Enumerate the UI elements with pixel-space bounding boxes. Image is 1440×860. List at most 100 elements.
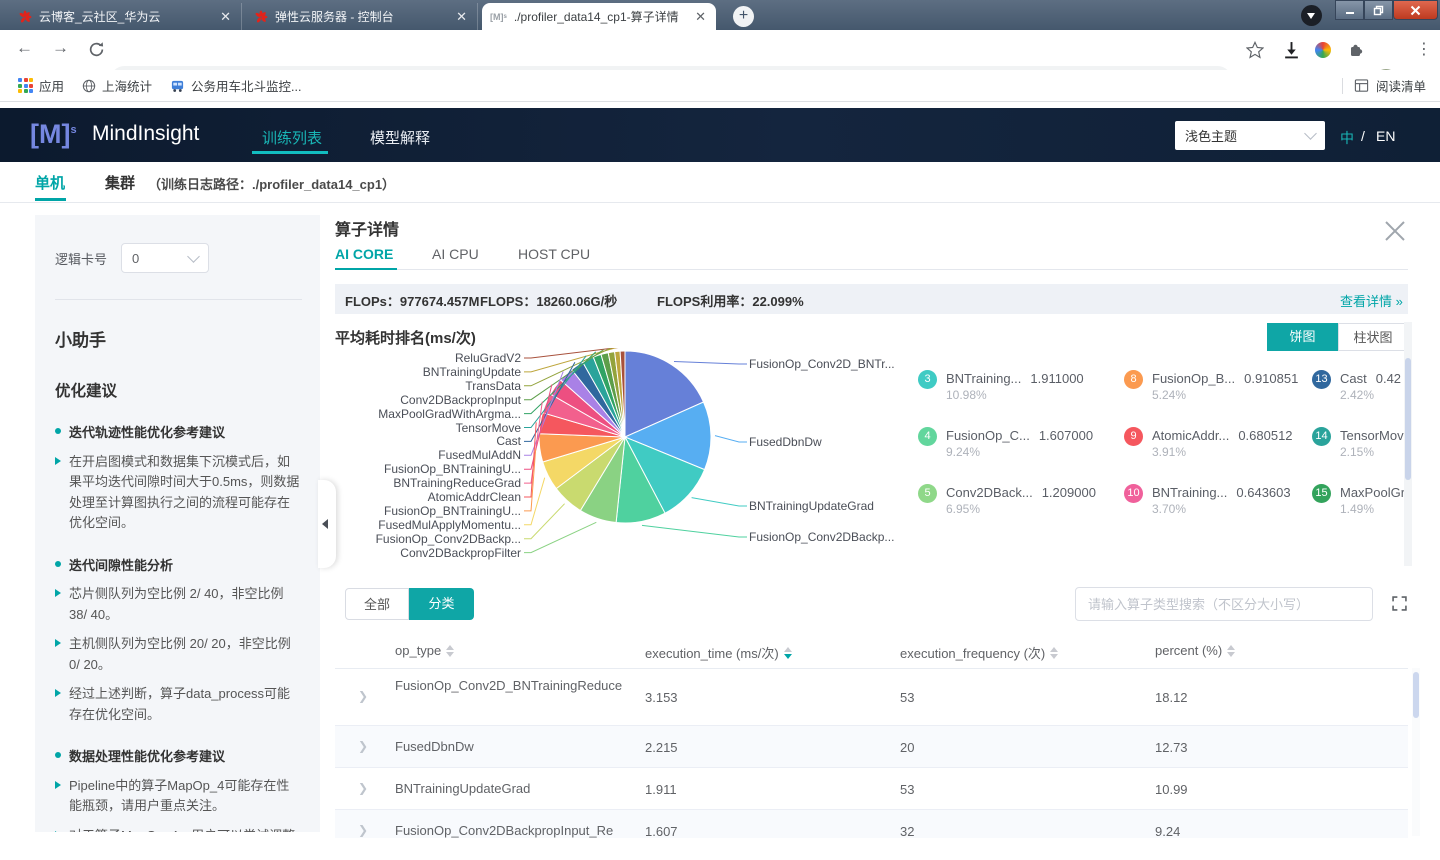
download-icon[interactable] [1283, 41, 1300, 59]
operator-search[interactable] [1075, 587, 1373, 621]
scrollbar-thumb[interactable] [1405, 358, 1411, 480]
column-header[interactable]: execution_frequency (次) [900, 643, 1059, 662]
panel-close-button[interactable] [1383, 219, 1409, 245]
table-row[interactable]: ❯ FusedDbnDw 2.215 20 12.73 [335, 726, 1408, 768]
globe-icon [82, 79, 96, 92]
legend-item[interactable]: 14 TensorMove 2.15% [1312, 425, 1404, 482]
pie-label-right: FusionOp_Conv2D_BNTr... [749, 357, 895, 371]
pie-label-left: MaxPoolGradWithArgma... [378, 406, 521, 421]
reading-list-label: 阅读清单 [1375, 80, 1426, 94]
column-header[interactable]: execution_time (ms/次) [645, 643, 792, 662]
window-close-button[interactable] [1393, 0, 1438, 20]
table-row[interactable]: ❯ FusionOp_Conv2D_BNTrainingReduce 3.153 53… [335, 668, 1408, 726]
legend-item[interactable]: 8 FusionOp_B... 0.910851 5.24% [1124, 368, 1312, 425]
forward-icon[interactable]: → [52, 38, 69, 58]
back-icon[interactable]: ← [16, 38, 33, 58]
table-row[interactable]: ❯ FusionOp_Conv2DBackpropInput_Re 1.607 32 9… [335, 810, 1408, 838]
pie-label-left: Conv2DBackpropFilter [400, 545, 521, 560]
window-restore-button[interactable] [1364, 0, 1393, 20]
pie-label-left: BNTrainingReduceGrad [393, 476, 521, 491]
tab-cluster[interactable]: 集群 [105, 172, 135, 193]
triangle-bullet-icon [55, 780, 61, 789]
tab-host-cpu[interactable]: HOST CPU [518, 246, 590, 262]
legend-item[interactable]: 15 MaxPoolGradWithArg 1.49% [1312, 482, 1404, 539]
subnav-active-underline [35, 198, 66, 201]
sort-carets-icon[interactable] [446, 644, 455, 657]
legend-percent: 3.91% [1152, 445, 1187, 459]
suggestion-item: 在开启图模式和数据集下沉模式后，如果平均迭代间隙时间大于0.5ms，则数据处理至… [55, 452, 302, 534]
table-row[interactable]: ❯ BNTrainingUpdateGrad 1.911 53 10.99 [335, 768, 1408, 810]
lang-zh[interactable]: 中 [1340, 128, 1354, 148]
legend-scrollbar[interactable] [1404, 322, 1412, 566]
new-tab-button[interactable]: + [733, 6, 754, 27]
cell-op-type: FusionOp_Conv2D_BNTrainingReduce [395, 678, 623, 693]
tab-ai-core[interactable]: AI CORE [335, 246, 393, 262]
sort-carets-icon[interactable] [1050, 646, 1059, 659]
row-expand-chevron-icon[interactable]: ❯ [358, 781, 368, 795]
fullscreen-icon[interactable] [1392, 596, 1407, 616]
suggestion-item: Pipeline中的算子MapOp_4可能存在性能瓶颈，请用户重点关注。 [55, 776, 302, 817]
sort-carets-icon[interactable] [1227, 644, 1236, 657]
browser-menu-icon[interactable]: ⋮ [1416, 39, 1432, 59]
tab-close-icon[interactable]: ✕ [693, 9, 708, 25]
window-minimize-button[interactable] [1335, 0, 1364, 20]
bookmark-apps[interactable]: 应用 [18, 76, 64, 95]
bookmark-star-icon[interactable] [1246, 41, 1264, 59]
logic-card-select[interactable]: 0 [121, 243, 210, 273]
browser-tab-active[interactable]: [M]ˢ ./profiler_data14_cp1-算子详情 ✕ [482, 3, 716, 30]
filter-category-button[interactable]: 分类 [409, 588, 474, 620]
browser-tab-1[interactable]: 云博客_云社区_华为云 ✕ [10, 3, 242, 30]
rank-badge: 9 [1124, 427, 1143, 446]
view-details-link[interactable]: 查看详情 » [1340, 291, 1403, 310]
scrollbar-thumb[interactable] [1413, 672, 1419, 718]
cell-percent: 12.73 [1155, 740, 1188, 755]
legend-item[interactable]: 10 BNTraining... 0.643603 3.70% [1124, 482, 1312, 539]
legend-item[interactable]: 13 Cast 0.42 2.42% [1312, 368, 1404, 425]
sort-carets-icon[interactable] [783, 646, 792, 659]
label-connector-line [691, 497, 747, 507]
tab-single-machine[interactable]: 单机 [35, 172, 65, 193]
pie-label-left: BNTrainingUpdate [422, 364, 521, 379]
column-header[interactable]: percent (%) [1155, 643, 1236, 658]
pie-chart-button[interactable]: 饼图 [1267, 323, 1338, 351]
bookmark-label: 上海统计 [102, 80, 153, 94]
legend-item[interactable]: 5 Conv2DBack... 1.209000 6.95% [918, 482, 1124, 539]
tab-close-icon[interactable]: ✕ [454, 9, 469, 25]
bar-chart-button[interactable]: 柱状图 [1338, 323, 1408, 351]
extension-badge-icon[interactable] [1315, 42, 1331, 58]
operator-search-input[interactable] [1076, 588, 1372, 620]
cell-execution-frequency: 53 [900, 690, 915, 705]
legend-name-value: FusionOp_C... 1.607000 [946, 428, 1094, 443]
reading-list-item[interactable]: 阅读清单 [1341, 76, 1426, 95]
browser-tab-2[interactable]: 弹性云服务器 - 控制台 ✕ [246, 3, 478, 30]
bookmarks-bar: 应用 上海统计 公务用车北斗监控... 阅读清单 [0, 70, 1440, 102]
row-expand-chevron-icon[interactable]: ❯ [358, 823, 368, 837]
column-header[interactable]: op_type [395, 643, 455, 658]
flops-rate: FLOPS：18260.06G/秒 [480, 294, 618, 309]
row-expand-chevron-icon[interactable]: ❯ [358, 689, 368, 703]
legend-item[interactable]: 3 BNTraining... 1.911000 10.98% [918, 368, 1124, 425]
legend-item[interactable]: 4 FusionOp_C... 1.607000 9.24% [918, 425, 1124, 482]
lang-en[interactable]: EN [1376, 128, 1395, 144]
operator-table: op_type execution_time (ms/次) execution_fr… [335, 636, 1408, 838]
sidebar-collapse-handle[interactable] [318, 480, 336, 568]
training-log-path: （训练日志路径：./profiler_data14_cp1） [148, 177, 396, 192]
tab-ai-cpu[interactable]: AI CPU [432, 246, 479, 262]
nav-training-list[interactable]: 训练列表 [262, 127, 322, 148]
reload-icon[interactable] [88, 41, 105, 58]
theme-select[interactable]: 浅色主题 [1175, 121, 1325, 150]
tab-search-button[interactable] [1301, 5, 1322, 26]
nav-model-explain[interactable]: 模型解释 [370, 127, 430, 148]
cell-execution-time: 1.607 [645, 824, 678, 838]
cell-execution-time: 2.215 [645, 740, 678, 755]
bookmark-shanghai-stats[interactable]: 上海统计 [82, 76, 152, 95]
rank-badge: 3 [918, 370, 937, 389]
table-scrollbar[interactable] [1412, 668, 1420, 836]
row-expand-chevron-icon[interactable]: ❯ [358, 739, 368, 753]
filter-all-button[interactable]: 全部 [345, 588, 409, 620]
chart-ranking-legend: 3 BNTraining... 1.911000 10.98% 4 FusionOp_C.… [918, 368, 1404, 558]
extensions-puzzle-icon[interactable] [1348, 41, 1365, 58]
legend-item[interactable]: 9 AtomicAddr... 0.680512 3.91% [1124, 425, 1312, 482]
tab-close-icon[interactable]: ✕ [218, 9, 233, 25]
bookmark-vehicle-monitor[interactable]: 公务用车北斗监控... [170, 76, 301, 95]
